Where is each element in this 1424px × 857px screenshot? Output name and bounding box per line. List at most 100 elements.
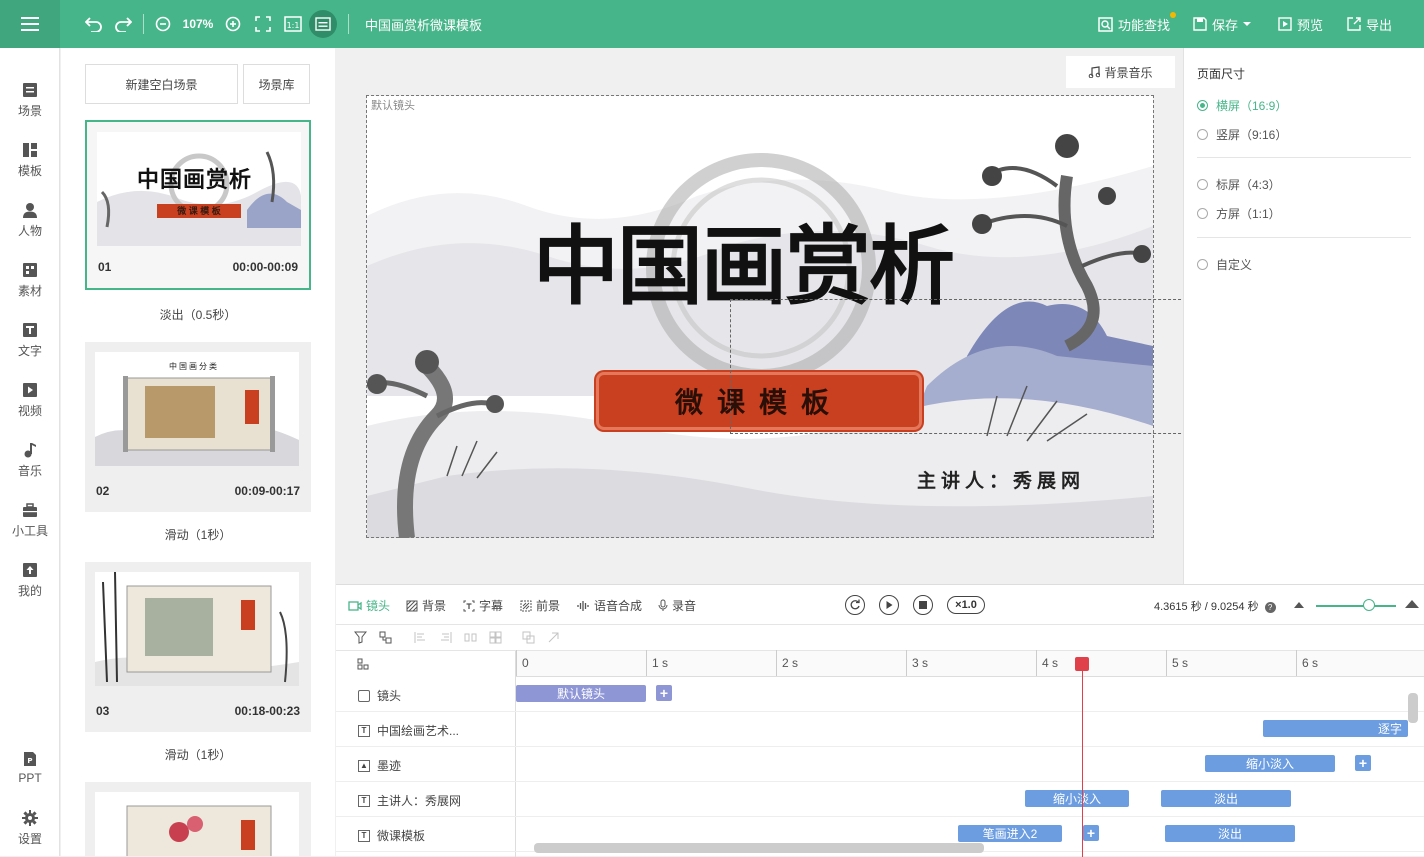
page-size-title: 页面尺寸 (1197, 67, 1246, 81)
zoom-slider-track[interactable] (1316, 605, 1396, 607)
nav-tools[interactable]: 小工具 (0, 492, 60, 548)
background-music-button[interactable]: 背景音乐 (1066, 56, 1175, 88)
timeline-vertical-scrollbar[interactable] (1408, 693, 1418, 723)
scene-number: 03 (96, 704, 110, 718)
ruler-tick (776, 650, 777, 676)
image-icon: ▲ (358, 759, 370, 772)
tab-foreground[interactable]: 前景 (520, 597, 560, 614)
save-label: 保存 (1212, 17, 1239, 33)
clip-fade-out[interactable]: 淡出 (1161, 790, 1291, 807)
scene-transition[interactable]: 淡出（0.5秒） (85, 306, 311, 323)
zoom-level: 107% (182, 17, 214, 31)
timeline-horizontal-scrollbar[interactable] (534, 843, 984, 853)
stage-canvas[interactable]: 中国画赏析 微课模板 主讲人：秀展网 (367, 96, 1153, 538)
ruler-label: 3 s (912, 656, 929, 670)
save-button[interactable]: 保存 (1193, 0, 1252, 48)
clip-char-by-char[interactable]: 逐字 (1263, 720, 1408, 737)
menu-button[interactable] (0, 0, 60, 48)
nav-text[interactable]: 文字 (0, 312, 60, 368)
nav-character[interactable]: 人物 (0, 192, 60, 248)
layers-icon[interactable] (357, 658, 369, 670)
clip-stroke-enter[interactable]: 笔画进入2 (958, 825, 1062, 842)
replay-button[interactable] (845, 595, 865, 615)
add-clip-button[interactable]: + (1083, 825, 1099, 841)
scene-library-button[interactable]: 场景库 (243, 64, 310, 104)
filter-icon[interactable] (354, 631, 367, 644)
scene-card-04[interactable] (85, 782, 311, 856)
clip-shrink-fade-in[interactable]: 缩小淡入 (1025, 790, 1129, 807)
subtitle-banner[interactable]: 微课模板 (596, 372, 922, 430)
scene-card-01[interactable]: 中国画赏析 微 课 模 板 01 00:00-00:09 (85, 120, 311, 290)
undo-button[interactable] (83, 0, 105, 48)
track-ink[interactable]: ▲ 墨迹 缩小淡入 + (336, 747, 1424, 782)
add-clip-button[interactable]: + (1355, 755, 1371, 771)
track-text-1[interactable]: T 中国绘画艺术... 逐字 (336, 712, 1424, 747)
track-camera[interactable]: 镜头 默认镜头 + (336, 677, 1424, 712)
export-icon (1347, 17, 1361, 31)
nav-music[interactable]: 音乐 (0, 432, 60, 488)
nav-mine[interactable]: 我的 (0, 552, 60, 608)
one-to-one-icon: 1:1 (284, 16, 302, 32)
thumb-subtitle: 微 课 模 板 (157, 204, 241, 218)
nav-material[interactable]: 素材 (0, 252, 60, 308)
radio-portrait[interactable]: 竖屏（9:16） (1197, 126, 1287, 143)
add-clip-button[interactable]: + (656, 685, 672, 701)
zoom-slider-handle[interactable] (1363, 599, 1375, 611)
scene-card-03[interactable]: 03 00:18-00:23 (85, 562, 311, 732)
preview-button[interactable]: 预览 (1278, 0, 1323, 48)
play-button[interactable] (879, 595, 899, 615)
playback-speed-button[interactable]: ×1.0 (947, 596, 985, 614)
radio-square[interactable]: 方屏（1:1） (1197, 205, 1281, 222)
tab-caption[interactable]: 字幕 (463, 597, 503, 614)
tab-background[interactable]: 背景 (406, 597, 446, 614)
radio-custom[interactable]: 自定义 (1197, 256, 1252, 273)
stop-button[interactable] (913, 595, 933, 615)
stop-icon (919, 601, 927, 609)
zoom-out-button[interactable] (153, 0, 173, 48)
clip-default-camera[interactable]: 默认镜头 (516, 685, 646, 702)
scene-transition[interactable]: 滑动（1秒） (85, 526, 311, 543)
nav-template[interactable]: 模板 (0, 132, 60, 188)
subtitle-toggle-button[interactable] (309, 0, 337, 48)
track-name: 镜头 (358, 687, 401, 704)
time-ruler[interactable]: 0 1 s 2 s 3 s 4 s 5 s 6 s (516, 650, 1424, 677)
scene-transition[interactable]: 滑动（1秒） (85, 746, 311, 763)
actual-size-button[interactable]: 1:1 (283, 0, 303, 48)
nav-settings[interactable]: 设置 (0, 800, 60, 856)
fullscreen-button[interactable] (253, 0, 273, 48)
scene-icon (23, 82, 37, 97)
track-presenter[interactable]: T 主讲人：秀展网 缩小淡入 淡出 (336, 782, 1424, 817)
tab-tts[interactable]: 语音合成 (577, 597, 642, 614)
bgm-label: 背景音乐 (1104, 65, 1153, 80)
radio-label: 自定义 (1216, 258, 1253, 272)
main-title[interactable]: 中国画赏析 (533, 212, 955, 322)
presenter-text[interactable]: 主讲人：秀展网 (917, 466, 1085, 493)
feature-search-button[interactable]: 功能查找 (1098, 0, 1177, 48)
tab-label: 镜头 (366, 599, 391, 613)
radio-dot (1197, 100, 1208, 111)
zoom-small-icon[interactable] (1294, 601, 1304, 609)
new-blank-scene-button[interactable]: 新建空白场景 (85, 64, 238, 104)
clip-shrink-fade-in[interactable]: 缩小淡入 (1205, 755, 1335, 772)
redo-button[interactable] (112, 0, 134, 48)
nav-label: 视频 (17, 403, 42, 418)
nav-video[interactable]: 视频 (0, 372, 60, 428)
track-name: T 主讲人：秀展网 (358, 792, 461, 809)
tab-camera[interactable]: 镜头 (348, 597, 390, 614)
playhead-handle[interactable] (1075, 657, 1089, 671)
zoom-large-icon[interactable] (1405, 599, 1419, 609)
nav-scene[interactable]: 场景 (0, 72, 60, 128)
radio-standard[interactable]: 标屏（4:3） (1197, 176, 1281, 193)
nav-label: 我的 (17, 583, 42, 598)
group-icon[interactable] (379, 631, 392, 644)
text-icon: T (358, 794, 370, 807)
clip-fade-out[interactable]: 淡出 (1165, 825, 1295, 842)
tab-record[interactable]: 录音 (658, 597, 696, 614)
flower-painting-thumbnail (126, 805, 272, 856)
zoom-in-button[interactable] (223, 0, 243, 48)
nav-ppt[interactable]: P PPT (0, 740, 60, 796)
help-icon[interactable]: ? (1264, 602, 1276, 613)
scene-card-02[interactable]: 中国画分类 02 00:09-00:17 (85, 342, 311, 512)
radio-landscape[interactable]: 横屏（16:9） (1197, 97, 1287, 114)
export-button[interactable]: 导出 (1347, 0, 1392, 48)
